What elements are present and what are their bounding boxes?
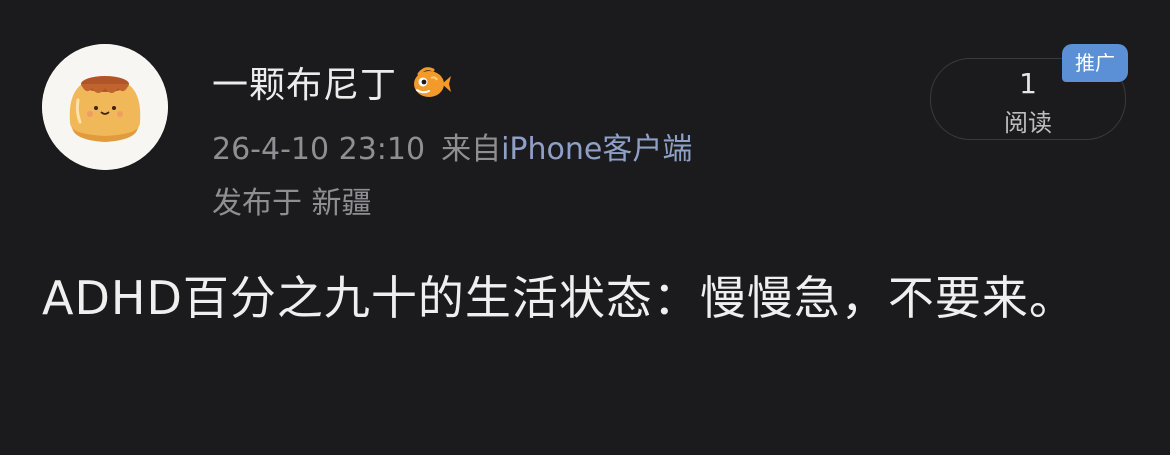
post-source-link[interactable]: iPhone客户端	[501, 132, 692, 167]
read-label: 阅读	[1004, 109, 1052, 137]
post-meta: 26-4-10 23:10 来自iPhone客户端	[212, 124, 692, 168]
user-avatar[interactable]	[42, 44, 168, 170]
post-content: ADHD百分之九十的生活状态：慢慢急，不要来。	[42, 271, 1076, 325]
weibo-post: 一颗布尼丁 26-4-10 23:10 来自iPhone客户端 发布于 新疆 1 …	[0, 0, 1170, 455]
username-row: 一颗布尼丁	[212, 56, 453, 108]
from-label: 来自	[441, 132, 502, 167]
post-timestamp: 26-4-10 23:10	[212, 132, 426, 167]
pudding-avatar-icon	[42, 44, 168, 170]
username[interactable]: 一颗布尼丁	[212, 56, 397, 108]
post-location: 发布于 新疆	[212, 186, 372, 221]
fish-badge-icon[interactable]	[409, 60, 453, 104]
promo-tag: 推广	[1062, 44, 1128, 82]
